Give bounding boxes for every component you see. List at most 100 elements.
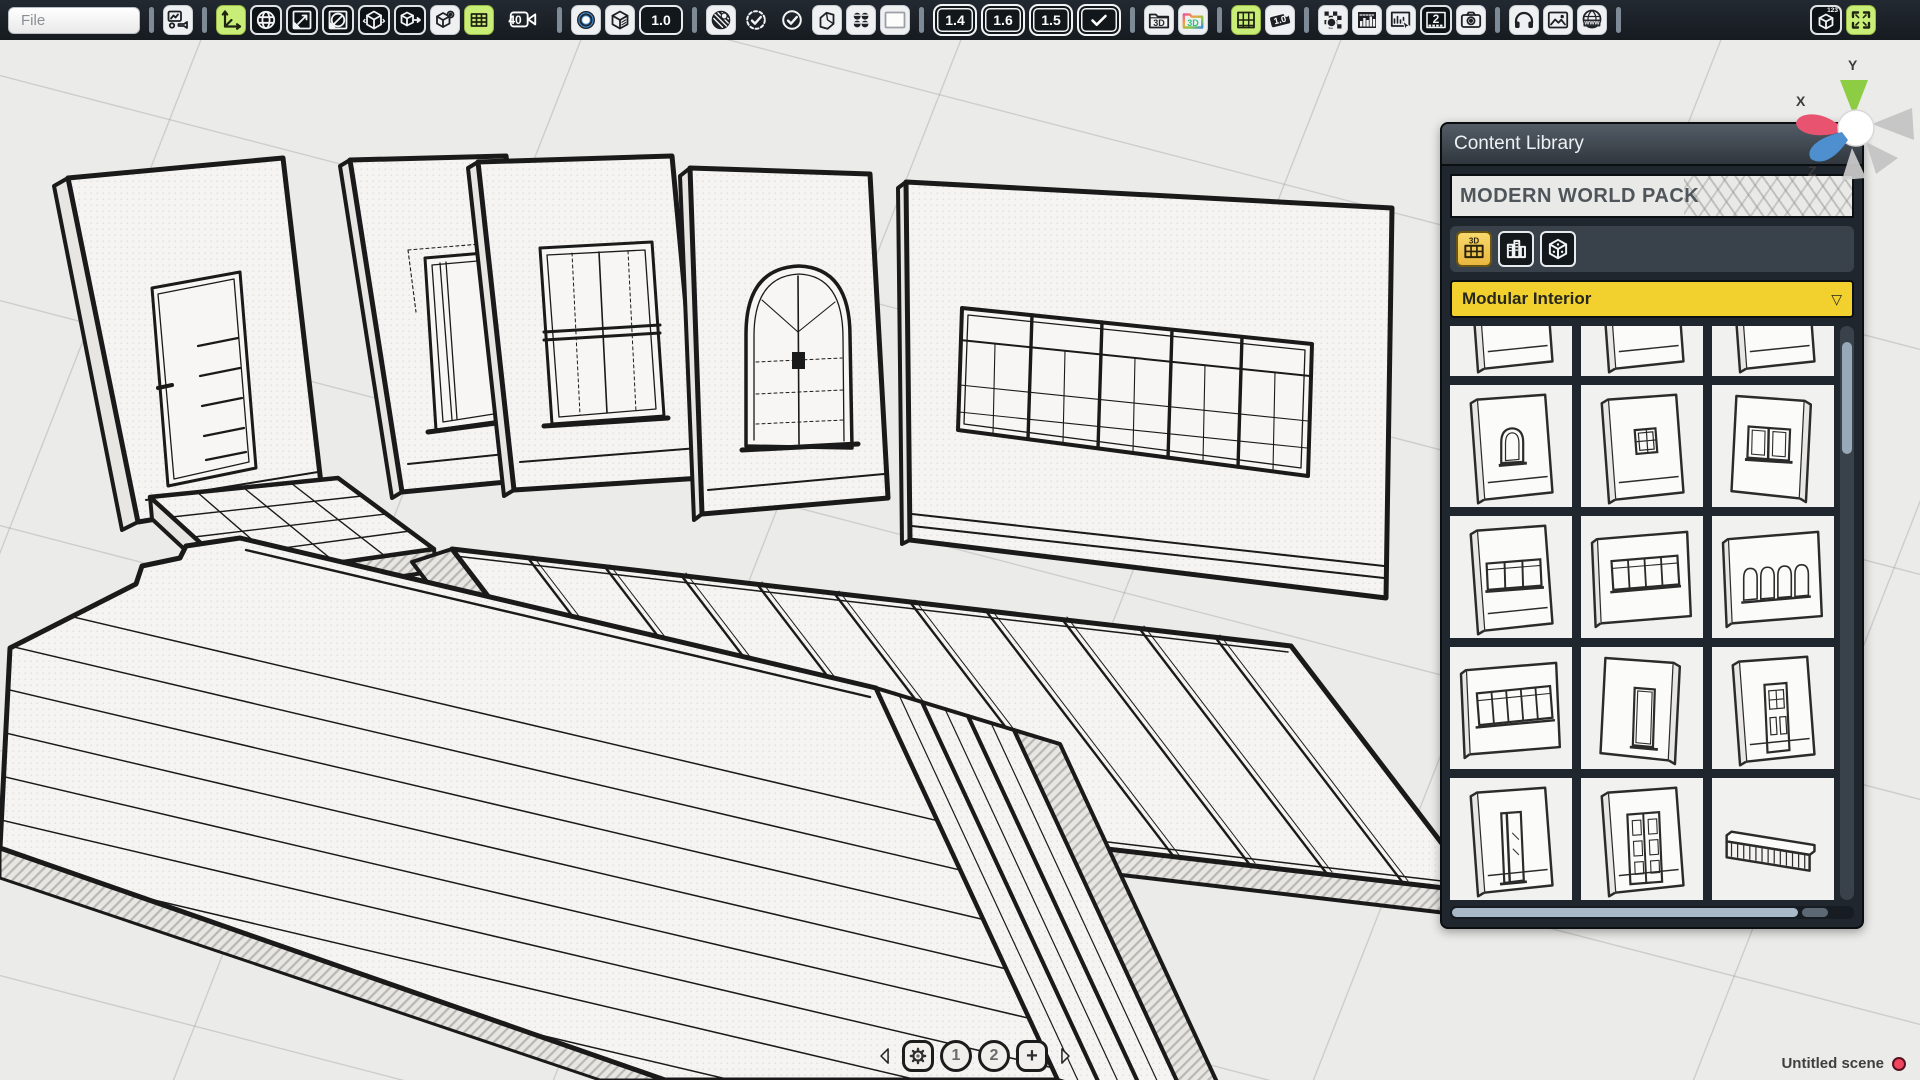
graph-cursor-button[interactable] bbox=[1386, 5, 1416, 35]
snap-region-toggle[interactable] bbox=[322, 5, 354, 35]
library-item-door[interactable] bbox=[1450, 778, 1572, 900]
record-indicator-icon bbox=[1892, 1057, 1906, 1071]
page-2-button[interactable]: 2 bbox=[978, 1040, 1010, 1072]
scale-value-button[interactable]: 1.0 bbox=[639, 5, 683, 35]
arched-window-wall[interactable] bbox=[680, 168, 888, 520]
confirm-toggle[interactable] bbox=[1077, 4, 1121, 36]
expand-icon bbox=[1849, 8, 1873, 32]
scale-tool-toggle[interactable] bbox=[286, 5, 318, 35]
toolbar-separator bbox=[557, 7, 562, 33]
camera-fov-button[interactable]: 40 bbox=[498, 5, 548, 35]
prev-page-button[interactable] bbox=[876, 1041, 896, 1071]
volume-cube-button[interactable] bbox=[605, 5, 635, 35]
globe-toggle[interactable] bbox=[250, 5, 282, 35]
param-16-button-label: 1.6 bbox=[993, 12, 1012, 28]
library-item-wall[interactable] bbox=[1450, 326, 1572, 376]
library-item-arcade[interactable] bbox=[1712, 516, 1834, 638]
horizontal-scrollbar-thumb[interactable] bbox=[1452, 908, 1798, 917]
library-item-wide-window[interactable] bbox=[1581, 516, 1703, 638]
arcade-thumbnail bbox=[1712, 516, 1834, 638]
film-layer-button[interactable]: 2 bbox=[1420, 5, 1452, 35]
vertical-scrollbar[interactable] bbox=[1840, 326, 1854, 900]
library-grid bbox=[1450, 326, 1834, 900]
cube123-icon bbox=[1814, 8, 1838, 32]
horizontal-scrollbar-nub[interactable] bbox=[1802, 908, 1828, 917]
focus-ring-icon bbox=[574, 8, 598, 32]
library-item-double-window[interactable] bbox=[1712, 385, 1834, 507]
library-item-small-window[interactable] bbox=[1581, 385, 1703, 507]
grid-window-wall[interactable] bbox=[468, 156, 702, 496]
wide-window-thumbnail bbox=[1581, 516, 1703, 638]
category-dropdown[interactable]: Modular Interior ▽ bbox=[1450, 280, 1854, 318]
circle-square-icon bbox=[326, 8, 350, 32]
axes-toggle[interactable] bbox=[216, 5, 246, 35]
focus-button[interactable] bbox=[571, 5, 601, 35]
grid-icon bbox=[467, 8, 491, 32]
snapshot-button[interactable] bbox=[1456, 5, 1486, 35]
web-button[interactable]: www bbox=[1577, 5, 1607, 35]
camera-photo-icon bbox=[1459, 8, 1483, 32]
gizmo-z-label: Z bbox=[1808, 163, 1817, 179]
library-item-five-window[interactable] bbox=[1450, 647, 1572, 769]
toolbar-separator bbox=[692, 7, 697, 33]
railing-thumbnail bbox=[1712, 778, 1834, 900]
library-item-panel-door[interactable] bbox=[1712, 647, 1834, 769]
dither-button[interactable] bbox=[1318, 5, 1348, 35]
gizmo-z-axis[interactable] bbox=[1809, 132, 1848, 162]
wall-thumbnail bbox=[1581, 326, 1703, 376]
image-button[interactable] bbox=[1543, 5, 1573, 35]
rotate-cube-toggle[interactable] bbox=[358, 5, 390, 35]
param-16-button[interactable]: 1.6 bbox=[981, 4, 1025, 36]
unit-scale-button[interactable]: 1.0 bbox=[1265, 5, 1295, 35]
library-tab-props[interactable] bbox=[1540, 231, 1576, 267]
gizmo-x-axis[interactable] bbox=[1796, 114, 1840, 135]
cube-arrows-icon bbox=[362, 8, 386, 32]
wide-window-wall[interactable] bbox=[898, 182, 1392, 598]
material-sphere-button[interactable] bbox=[706, 5, 736, 35]
fit-view-toggle[interactable] bbox=[1846, 5, 1876, 35]
file-menu[interactable]: File bbox=[8, 7, 140, 34]
render-export-button[interactable] bbox=[163, 5, 193, 35]
chevron-right-icon bbox=[1054, 1041, 1074, 1071]
horizontal-scrollbar[interactable] bbox=[1450, 906, 1854, 919]
library-item-arch-window[interactable] bbox=[1450, 385, 1572, 507]
instances-button[interactable] bbox=[846, 5, 876, 35]
grid-toggle[interactable] bbox=[464, 5, 494, 35]
dither-icon bbox=[1321, 8, 1345, 32]
next-page-button[interactable] bbox=[1054, 1041, 1074, 1071]
param-15-button[interactable]: 1.5 bbox=[1029, 4, 1073, 36]
dashed-check-toggle[interactable] bbox=[740, 5, 772, 35]
library-item-door-frame[interactable] bbox=[1581, 647, 1703, 769]
vertical-scrollbar-thumb[interactable] bbox=[1842, 342, 1852, 454]
gizmo-neg-y-axis[interactable] bbox=[1842, 148, 1866, 180]
library-item-wall[interactable] bbox=[1712, 326, 1834, 376]
library-item-double-door[interactable] bbox=[1581, 778, 1703, 900]
histogram-button[interactable] bbox=[1352, 5, 1382, 35]
toolbar-separator bbox=[1130, 7, 1135, 33]
add-page-button[interactable]: + bbox=[1016, 1040, 1048, 1072]
library-item-wall[interactable] bbox=[1581, 326, 1703, 376]
orientation-gizmo[interactable]: Y X Z bbox=[1782, 52, 1920, 202]
move-cube-toggle[interactable] bbox=[394, 5, 426, 35]
pack-name: MODERN WORLD PACK bbox=[1460, 185, 1699, 208]
pivot-cube-button[interactable] bbox=[430, 5, 460, 35]
extrude-button[interactable] bbox=[812, 5, 842, 35]
library-item-railing[interactable] bbox=[1712, 778, 1834, 900]
param-14-button[interactable]: 1.4 bbox=[933, 4, 977, 36]
library-tab-models[interactable]: 3D bbox=[1456, 231, 1492, 267]
content-shelf-toggle[interactable] bbox=[1231, 5, 1261, 35]
color-swatch-button[interactable] bbox=[880, 5, 910, 35]
solid-check-toggle[interactable] bbox=[776, 5, 808, 35]
numbered-cube-button[interactable]: 123 bbox=[1810, 5, 1842, 35]
library-item-triple-window[interactable] bbox=[1450, 516, 1572, 638]
library-tab-buildings[interactable] bbox=[1498, 231, 1534, 267]
screen-camera-icon bbox=[166, 8, 190, 32]
library-3d-button[interactable]: 3D bbox=[1144, 5, 1174, 35]
gizmo-neg-x-axis[interactable] bbox=[1872, 108, 1914, 140]
settings-button[interactable] bbox=[902, 1040, 934, 1072]
check-icon bbox=[1087, 8, 1111, 32]
gizmo-neg-z-axis[interactable] bbox=[1866, 142, 1898, 174]
audio-button[interactable] bbox=[1509, 5, 1539, 35]
page-1-button[interactable]: 1 bbox=[940, 1040, 972, 1072]
library-3d-packs-button[interactable]: 3D bbox=[1178, 5, 1208, 35]
